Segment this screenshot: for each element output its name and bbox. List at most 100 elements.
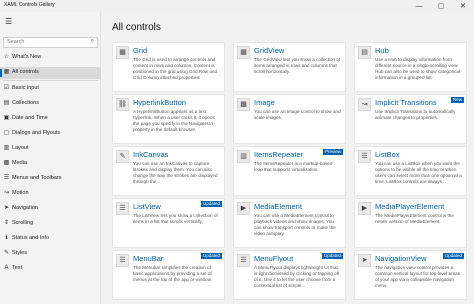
palette-icon: ✎ xyxy=(3,250,10,256)
scroll-icon: ⇕ xyxy=(3,220,10,226)
sidebar-item-motion[interactable]: ↝ Motion xyxy=(0,188,101,200)
sidebar-item-label: Date and Time xyxy=(12,115,48,121)
control-card-navigationview[interactable]: ➤ NavigationView The navigation view contr… xyxy=(354,250,467,300)
control-thumbnail-icon: ▤ xyxy=(358,46,371,59)
search-placeholder: Search xyxy=(7,39,25,45)
page-title: All controls xyxy=(112,22,161,33)
dialog-icon: ▢ xyxy=(3,130,10,136)
sidebar-item-label: Scrolling xyxy=(12,220,34,226)
sidebar-item-basic-input[interactable]: ☑ Basic input xyxy=(0,83,101,95)
sidebar-item-dialogs-and-flyouts[interactable]: ▢ Dialogs and Flyouts xyxy=(0,128,101,140)
control-card-listview[interactable]: ☰ ListView The ListView lets you show a co… xyxy=(112,198,225,248)
sidebar-item-label: Motion xyxy=(12,190,29,196)
sidebar-item-label: Styles xyxy=(12,250,27,256)
maximize-icon: ▢ xyxy=(437,3,445,10)
card-title: MediaPlayerElement xyxy=(375,202,445,211)
close-icon: ✕ xyxy=(460,3,466,10)
control-card-image[interactable]: ▩ Image You can use an Image control to sh… xyxy=(233,94,346,144)
card-description: A HyperlinkButton appears as a text hype… xyxy=(133,109,215,132)
sidebar-item-label: Dialogs and Flyouts xyxy=(12,130,61,136)
control-card-mediaplayerelement[interactable]: ▶ MediaPlayerElement The MediaPlayerElemen… xyxy=(354,198,467,248)
sidebar-item-collections[interactable]: ▤ Collections xyxy=(0,98,101,110)
status-badge: Updated xyxy=(200,201,222,207)
card-description: The MediaPlayerElement control is the ne… xyxy=(375,213,454,224)
sidebar-item-scrolling[interactable]: ⇕ Scrolling xyxy=(0,218,101,230)
control-thumbnail-icon: ➤ xyxy=(358,254,371,267)
card-description: Use Implicit Transitions to automaticall… xyxy=(375,109,456,120)
hamburger-menu-button[interactable]: ☰ xyxy=(5,17,12,26)
card-title: ListBox xyxy=(375,150,400,159)
control-thumbnail-icon: ▶ xyxy=(358,202,371,215)
grid-icon: ▦ xyxy=(3,69,10,75)
sidebar-item-date-and-time[interactable]: ▣ Date and Time xyxy=(0,113,101,125)
collections-icon: ▤ xyxy=(3,100,10,106)
control-card-hyperlinkbutton[interactable]: ⛓ HyperlinkButton A HyperlinkButton appear… xyxy=(112,94,225,144)
sidebar: ☰ Search ⌕ ☆ What's New ▦ All controls ☑ Basi… xyxy=(0,12,101,304)
control-card-menubar[interactable]: ☰ MenuBar The Menubar simplifies the creat… xyxy=(112,250,225,300)
nav-separator xyxy=(3,80,98,81)
control-thumbnail-icon: ▶ xyxy=(237,202,250,215)
sidebar-item-layout[interactable]: ▥ Layout xyxy=(0,143,101,155)
window-title: XAML Controls Gallery xyxy=(4,2,55,8)
sidebar-item-label: Basic input xyxy=(12,85,39,91)
sidebar-item-all-controls[interactable]: ▦ All controls xyxy=(0,67,101,79)
sidebar-item-label: Layout xyxy=(12,145,29,151)
sidebar-item-styles[interactable]: ✎ Styles xyxy=(0,248,101,260)
status-badge: Updated xyxy=(442,253,464,259)
minimize-button[interactable]: — xyxy=(408,0,430,12)
card-title: Hub xyxy=(375,46,389,55)
control-card-mediaelement[interactable]: ▶ MediaElement You can use a MediaElement … xyxy=(233,198,346,248)
control-card-grid[interactable]: ▦ Grid The Grid is used to arrange control… xyxy=(112,42,225,92)
sidebar-item-media[interactable]: ▩ Media xyxy=(0,158,101,170)
search-input[interactable]: Search ⌕ xyxy=(3,37,98,48)
sidebar-item-navigation[interactable]: ➤ Navigation xyxy=(0,203,101,215)
sidebar-item-label: Text xyxy=(12,265,23,271)
control-card-menuflyout[interactable]: ☰ MenuFlyout A MenuFlyout displays lightwe… xyxy=(233,250,346,300)
sidebar-item-menus-and-toolbars[interactable]: ☰ Menus and Toolbars xyxy=(0,173,101,185)
card-title: Implicit Transitions xyxy=(375,98,437,107)
card-description: You can use a MediaElement control to pl… xyxy=(254,213,336,236)
control-card-inkcanvas[interactable]: ✎ InkCanvas You can use an InkCanvas to ca… xyxy=(112,146,225,196)
control-thumbnail-icon: ▥ xyxy=(237,150,250,163)
sidebar-item-what-s-new[interactable]: ☆ What's New xyxy=(0,52,101,64)
layout-icon: ▥ xyxy=(3,145,10,151)
search-icon: ⌕ xyxy=(90,38,94,44)
maximize-button[interactable]: ▢ xyxy=(430,0,452,12)
control-card-itemsrepeater[interactable]: ▥ ItemsRepeater The ItemsRepeater is a mar… xyxy=(233,146,346,196)
control-thumbnail-icon: ▩ xyxy=(237,98,250,111)
status-icon: ℹ xyxy=(5,235,8,241)
card-description: You can use a ListBox when you want the … xyxy=(375,161,462,184)
card-description: The GridView lets you show a collection … xyxy=(254,57,341,74)
card-title: Grid xyxy=(133,46,148,55)
app-window: XAML Controls Gallery — ▢ ✕ ☰ Search ⌕ ☆… xyxy=(0,0,474,304)
card-description: The ListView lets you show a collection … xyxy=(133,213,218,224)
control-thumbnail-icon: ▦ xyxy=(237,46,250,59)
motion-icon: ↝ xyxy=(3,190,10,196)
control-card-gridview[interactable]: ▦ GridView The GridView lets you show a co… xyxy=(233,42,346,92)
sidebar-item-label: All controls xyxy=(12,69,39,75)
control-thumbnail-icon: ▦ xyxy=(116,46,129,59)
card-description: Use a Hub to display information from di… xyxy=(375,57,461,80)
status-badge: Preview xyxy=(322,149,343,155)
sidebar-item-text[interactable]: A Text xyxy=(0,263,101,275)
checkbox-icon: ☑ xyxy=(3,85,10,91)
control-thumbnail-icon: ☰ xyxy=(358,150,371,163)
status-badge: Updated xyxy=(200,253,222,259)
minimize-icon: — xyxy=(415,2,423,10)
card-description: A MenuFlyout displays lightweight UI tha… xyxy=(254,265,340,288)
control-thumbnail-icon: ✎ xyxy=(116,150,129,163)
sidebar-item-status-and-info[interactable]: ℹ Status and Info xyxy=(0,233,101,245)
card-description: The Grid is used to arrange controls and… xyxy=(133,57,218,80)
control-card-listbox[interactable]: ☰ ListBox You can use a ListBox when you w… xyxy=(354,146,467,196)
status-badge: New xyxy=(450,97,464,103)
menu-icon: ☰ xyxy=(3,175,10,181)
card-title: MediaElement xyxy=(254,202,302,211)
sidebar-item-label: Media xyxy=(12,160,27,166)
control-card-hub[interactable]: ▤ Hub Use a Hub to display information fro… xyxy=(354,42,467,92)
control-thumbnail-icon: ☰ xyxy=(116,254,129,267)
close-button[interactable]: ✕ xyxy=(452,0,474,12)
control-card-implicit-transitions[interactable]: ↝ Implicit Transitions Use Implicit Transi… xyxy=(354,94,467,144)
sidebar-item-label: Collections xyxy=(12,100,39,106)
card-description: The Menubar simplifies the creation of b… xyxy=(133,265,212,282)
text-icon: A xyxy=(4,265,9,271)
